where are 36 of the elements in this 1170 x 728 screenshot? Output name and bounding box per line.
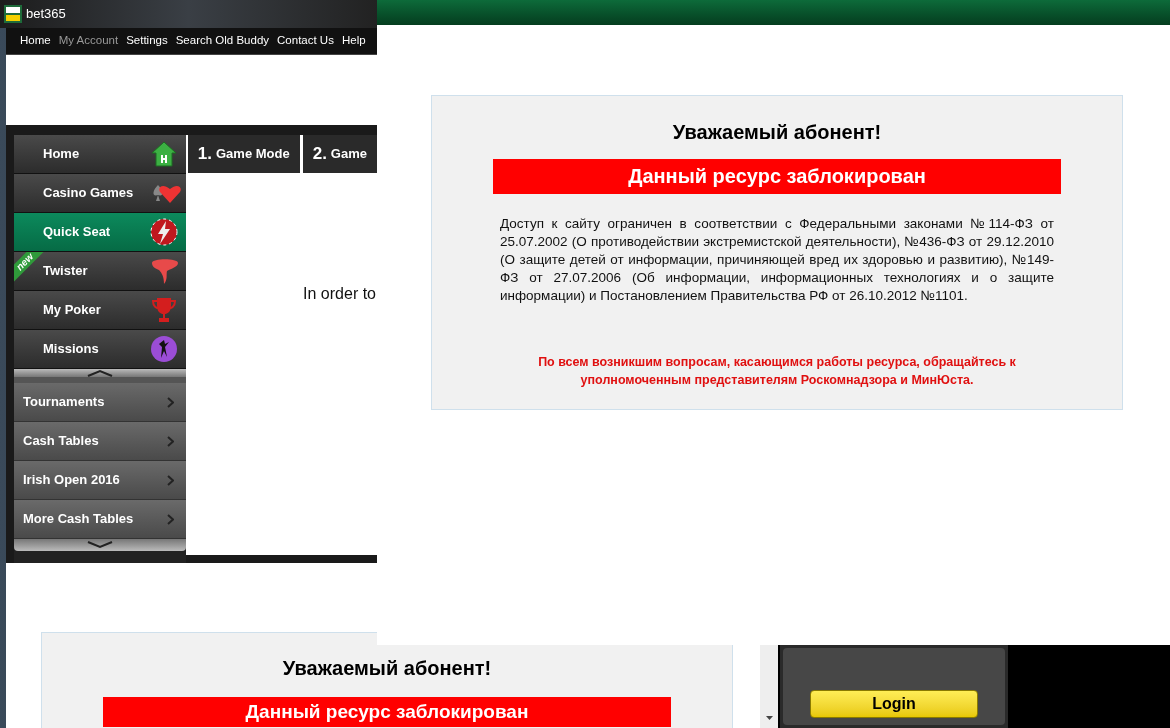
body-text: In order to bbox=[303, 284, 377, 304]
notice-heading: Уважаемый абонент! bbox=[282, 656, 492, 681]
chevron-right-icon bbox=[166, 513, 174, 525]
nav-link[interactable]: Help bbox=[341, 32, 366, 50]
chevron-right-icon bbox=[166, 435, 174, 447]
blocked-banner: Данный ресурс заблокирован bbox=[493, 159, 1061, 194]
contact-notice: По всем возникшим вопросам, касающимся работы ресурса, обращайтесь к уполномоченным представителям Роскомнадзора и МинЮста. bbox=[537, 354, 1017, 389]
nav-link[interactable]: Home bbox=[20, 32, 51, 50]
scroll-down-button[interactable] bbox=[14, 539, 186, 551]
lobby-menu-item[interactable]: More Cash Tables bbox=[14, 500, 186, 539]
nav-link[interactable]: Settings bbox=[126, 32, 168, 50]
login-button[interactable]: Login bbox=[810, 690, 978, 718]
sidebar-item[interactable]: Casino Games bbox=[14, 174, 186, 213]
chevron-right-icon bbox=[166, 396, 174, 408]
chevron-right-icon bbox=[166, 474, 174, 486]
sidebar-item[interactable]: Quick Seat bbox=[14, 213, 186, 252]
blocked-banner: Данный ресурс заблокирован bbox=[103, 697, 671, 727]
step-tab[interactable]: 1. Game Mode bbox=[187, 135, 300, 173]
window-title: bet365 bbox=[26, 5, 66, 24]
caret-icon bbox=[85, 541, 114, 549]
nav-link[interactable]: Contact Us bbox=[277, 32, 334, 50]
app-logo bbox=[4, 5, 22, 23]
sidebar-item[interactable]: My Poker bbox=[14, 291, 186, 330]
notice-heading: Уважаемый абонент! bbox=[672, 120, 882, 145]
lobby-menu-item[interactable]: Tournaments bbox=[14, 383, 186, 422]
lobby-menu-item[interactable]: Irish Open 2016 bbox=[14, 461, 186, 500]
sidebar-item[interactable]: Home bbox=[14, 135, 186, 174]
nav-link[interactable]: Search Old Buddy bbox=[175, 32, 270, 50]
sidebar-item[interactable]: Missions bbox=[14, 330, 186, 369]
lobby-menu-item[interactable]: Cash Tables bbox=[14, 422, 186, 461]
caret-icon bbox=[85, 369, 114, 377]
notice-text: Доступ к сайту ограничен в соответствии с Федеральными законами №114-ФЗ от 25.07.2002 (О противодействии экстремистской деятельности), №436-ФЗ от 29.12.2010 (О защите детей от информации, причиняющей вред их здоровью и развитию), №149-ФЗ от 27.07.2006 (Об информации, информационных технологиях и о защите информации) и Постановлением Правительства РФ от 26.10.2012 №1101. bbox=[500, 215, 1054, 305]
step-tab[interactable]: 2. Game bbox=[302, 135, 377, 173]
scrollbar[interactable] bbox=[760, 645, 778, 728]
scroll-down-arrow-icon bbox=[765, 716, 773, 720]
scroll-up-button[interactable] bbox=[14, 369, 186, 383]
